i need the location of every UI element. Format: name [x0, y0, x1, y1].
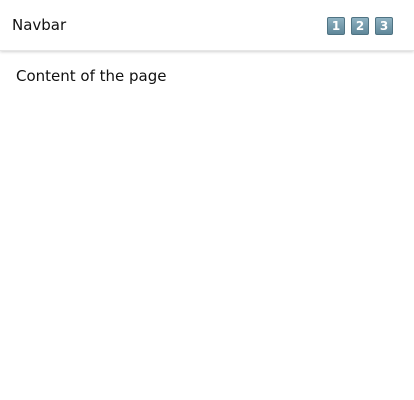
- keycap-3-icon[interactable]: 3: [375, 17, 393, 35]
- keycap-2-icon[interactable]: 2: [351, 17, 369, 35]
- navbar-items: 1 2 3: [327, 17, 393, 35]
- navbar-brand[interactable]: Navbar: [12, 16, 66, 34]
- navbar: Navbar 1 2 3: [0, 0, 414, 51]
- keycap-1-icon[interactable]: 1: [327, 17, 345, 35]
- page-content: Content of the page: [16, 67, 167, 85]
